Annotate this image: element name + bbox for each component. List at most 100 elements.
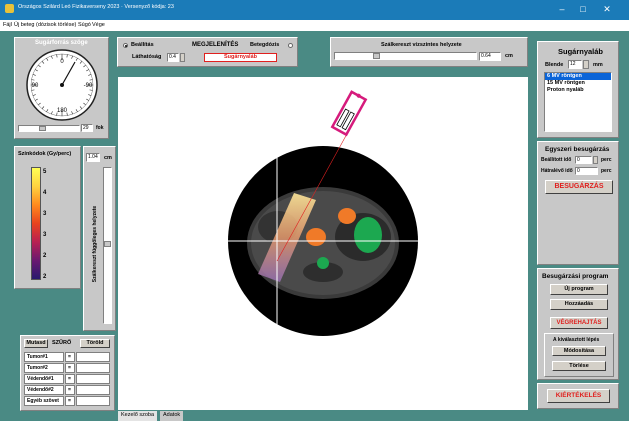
remaining-input: 0 xyxy=(575,167,598,175)
set-time-spinner[interactable] xyxy=(593,156,598,164)
beam-type-option[interactable]: 15 MV röntgen xyxy=(545,80,611,87)
filter-row-operator[interactable]: = xyxy=(65,363,75,373)
menu-bar: Fájl Új beteg (dózisok törlése) Súgó Vég… xyxy=(0,20,629,31)
display-panel: Beállítás MEGJELENÍTÉS Betegdózis Láthat… xyxy=(117,37,298,67)
beam-panel: Sugárnyaláb Blende 12 mm 6 MV röntgen 15 … xyxy=(537,41,619,138)
filter-row-value[interactable] xyxy=(76,385,110,395)
crosshair-v-label: Szálkereszt függőleges helyzete xyxy=(92,205,98,283)
angle-dial[interactable]: 0 90 -90 180 xyxy=(22,48,102,122)
filter-row-value[interactable] xyxy=(76,363,110,373)
filter-row-name: Védendő#2 xyxy=(24,385,64,395)
filter-row-value[interactable] xyxy=(76,352,110,362)
ct-scan-view[interactable] xyxy=(118,77,528,410)
color-scale-title: Színkódok (Gy/perc) xyxy=(18,151,72,157)
title-bar: Országos Szilárd Leó Fizikaverseny 2023 … xyxy=(0,0,629,20)
aperture-unit: mm xyxy=(593,62,603,68)
filter-row-operator[interactable]: = xyxy=(65,385,75,395)
radio-dose-label: Betegdózis xyxy=(250,42,280,48)
beam-type-option[interactable]: Proton nyaláb xyxy=(545,87,611,94)
angle-value[interactable]: 29 xyxy=(81,124,93,132)
radiation-source[interactable] xyxy=(330,90,368,137)
crosshair-h-title: Szálkereszt vízszintes helyzete xyxy=(381,42,462,48)
evaluate-button[interactable]: KIÉRTÉKELÉS xyxy=(547,389,610,403)
treatment-view[interactable] xyxy=(118,77,528,410)
menu-help[interactable]: Súgó xyxy=(78,22,91,28)
filter-row-value[interactable] xyxy=(76,374,110,384)
tumor-1 xyxy=(338,208,356,224)
execute-button[interactable]: VÉGREHAJTÁS xyxy=(550,317,608,329)
filter-row-operator[interactable]: = xyxy=(65,374,75,384)
set-time-input[interactable]: 0 xyxy=(575,156,592,164)
filter-title: SZŰRŐ xyxy=(52,340,72,346)
radio-setting[interactable] xyxy=(123,43,128,48)
crosshair-v-thumb[interactable] xyxy=(104,241,111,247)
delete-step-button[interactable]: Törlése xyxy=(552,361,606,371)
color-scale-tick: 4 xyxy=(43,190,47,196)
crosshair-h-panel: Szálkereszt vízszintes helyzete 0.64 cm xyxy=(330,37,528,67)
angle-scroll-thumb[interactable] xyxy=(39,126,46,131)
selected-step-title: A kiválasztott lépés xyxy=(553,337,600,343)
color-scale-tick: 2 xyxy=(43,253,47,259)
tab-data[interactable]: Adatok xyxy=(160,411,184,421)
set-time-label: Beállított idő xyxy=(541,157,572,163)
color-scale-tick: 2 xyxy=(43,274,47,280)
aperture-label: Blende xyxy=(545,62,564,68)
filter-row-operator[interactable]: = xyxy=(65,396,75,406)
beam-type-list[interactable]: 6 MV röntgen 15 MV röntgen Proton nyaláb xyxy=(544,72,612,132)
crosshair-h-thumb[interactable] xyxy=(373,53,380,59)
dial-label-left: 90 xyxy=(32,83,39,89)
crosshair-h-value[interactable]: 0.64 xyxy=(479,52,501,61)
color-scale-tick: 3 xyxy=(43,211,47,217)
close-button[interactable]: ✕ xyxy=(600,2,614,16)
radio-dose[interactable] xyxy=(288,43,293,48)
filter-panel: Mutasd SZŰRŐ Töröld Tumor#1 = Tumor#2 = Véde… xyxy=(20,335,115,411)
single-title: Egyszeri besugárzás xyxy=(545,146,610,153)
crosshair-v-value[interactable]: 1.04 xyxy=(86,153,100,162)
color-scale-panel: Színkódok (Gy/perc) 5 4 3 3 2 2 xyxy=(14,146,81,289)
irradiate-button[interactable]: BESUGÁRZÁS xyxy=(545,180,613,194)
radio-setting-label: Beállítás xyxy=(131,42,154,48)
color-scale-tick: 3 xyxy=(43,232,47,238)
crosshair-v-unit: cm xyxy=(104,155,112,161)
show-button[interactable]: Mutasd xyxy=(24,339,48,348)
aperture-spinner[interactable] xyxy=(583,60,589,69)
filter-row-name: Tumor#2 xyxy=(24,363,64,373)
remaining-unit: perc xyxy=(601,168,612,174)
menu-new-patient[interactable]: Új beteg (dózisok törlése) xyxy=(14,22,76,28)
minimize-button[interactable]: – xyxy=(555,2,569,16)
maximize-button[interactable]: □ xyxy=(576,2,590,16)
new-program-button[interactable]: Új program xyxy=(550,284,608,295)
angle-scrollbar[interactable] xyxy=(18,125,80,132)
crosshair-v-scrollbar[interactable] xyxy=(103,167,112,324)
crosshair-h-unit: cm xyxy=(505,53,513,59)
program-title: Besugárzási program xyxy=(542,273,609,280)
source-angle-title: Sugárforrás szöge xyxy=(35,40,88,46)
color-scale-bar xyxy=(31,167,41,280)
menu-exit[interactable]: Vége xyxy=(92,22,105,28)
filter-row-operator[interactable]: = xyxy=(65,352,75,362)
crosshair-h-scrollbar[interactable] xyxy=(334,52,477,60)
protected-organ-1 xyxy=(354,217,382,253)
filter-row-name: Védendő#1 xyxy=(24,374,64,384)
selected-step-group: A kiválasztott lépés Módosítása Törlése xyxy=(544,333,614,377)
visibility-label: Láthatóság xyxy=(132,54,162,60)
visibility-spinner[interactable] xyxy=(180,53,185,62)
aperture-input[interactable]: 12 xyxy=(568,60,582,69)
display-title: MEGJELENÍTÉS xyxy=(192,42,239,48)
clear-button[interactable]: Töröld xyxy=(80,339,110,348)
add-step-button[interactable]: Hozzáadás xyxy=(550,299,608,310)
protected-organ-2 xyxy=(317,257,329,269)
beam-display-button[interactable]: Sugárnyaláb xyxy=(204,53,277,62)
set-time-unit: perc xyxy=(601,157,612,163)
modify-step-button[interactable]: Módosítása xyxy=(552,346,606,356)
source-angle-panel: Sugárforrás szöge 0 90 -90 180 29 fok xyxy=(14,37,109,139)
tab-treatment-room[interactable]: Kezelő szoba xyxy=(118,411,158,421)
beam-type-option[interactable]: 6 MV röntgen xyxy=(545,73,611,80)
filter-row-name: Egyéb szövet xyxy=(24,396,64,406)
visibility-input[interactable]: 0.4 xyxy=(167,53,179,62)
menu-file[interactable]: Fájl xyxy=(3,22,12,28)
filter-row-value[interactable] xyxy=(76,396,110,406)
crosshair-v-panel: 1.04 cm Szálkereszt függőleges helyzete xyxy=(83,146,116,331)
evaluate-panel: KIÉRTÉKELÉS xyxy=(537,383,619,409)
dial-label-right: -90 xyxy=(84,83,93,89)
